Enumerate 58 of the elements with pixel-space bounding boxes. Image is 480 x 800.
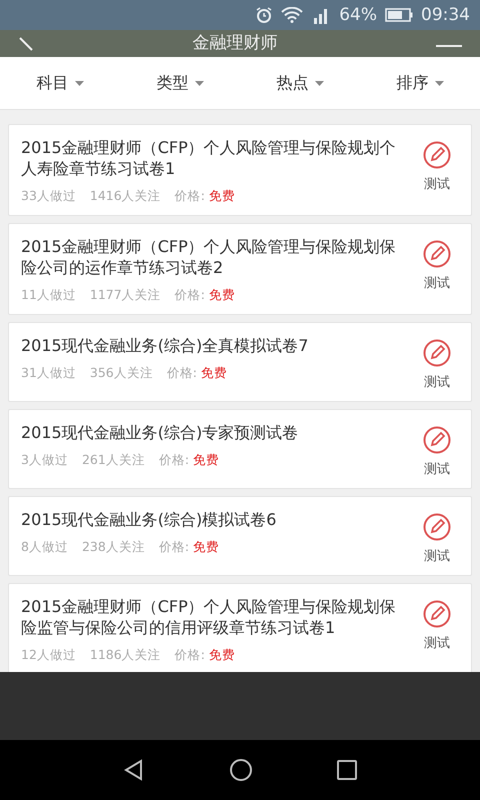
price-label: 价格: 免费 bbox=[174, 188, 235, 205]
test-button[interactable]: 测试 bbox=[413, 236, 461, 304]
pencil-icon bbox=[423, 600, 451, 628]
paper-card[interactable]: 2015金融理财师（CFP）个人风险管理与保险规划保险监管与保险公司的信用评级章节练习试卷1 12人做过 1186人关注 价格: 免费 测试 bbox=[8, 583, 472, 672]
follower-count: 261人关注 bbox=[82, 452, 145, 469]
done-count: 3人做过 bbox=[21, 452, 68, 469]
home-icon[interactable] bbox=[228, 758, 253, 782]
done-count: 31人做过 bbox=[21, 365, 76, 382]
done-count: 11人做过 bbox=[21, 287, 76, 304]
paper-title: 2015金融理财师（CFP）个人风险管理与保险规划保险监管与保险公司的信用评级章节练习试卷1 bbox=[21, 596, 397, 638]
done-count: 8人做过 bbox=[21, 539, 68, 556]
price-label: 价格: 免费 bbox=[158, 452, 220, 469]
filter-dropdown[interactable]: 科目 bbox=[0, 57, 120, 109]
paper-title: 2015现代金融业务(综合)模拟试卷6 bbox=[21, 509, 278, 530]
alarm-icon bbox=[255, 6, 274, 24]
battery-icon bbox=[385, 8, 413, 22]
page-title: 金融理财师 bbox=[192, 35, 278, 52]
paper-title: 2015金融理财师（CFP）个人风险管理与保险规划保险公司的运作章节练习试卷2 bbox=[21, 236, 397, 278]
paper-card[interactable]: 2015金融理财师（CFP）个人风险管理与保险规划个人寿险章节练习试卷1 33人做过 1416人关注 价格: 免费 测试 bbox=[8, 124, 472, 216]
caret-icon bbox=[434, 80, 444, 86]
paper-card[interactable]: 2015现代金融业务(综合)模拟试卷6 8人做过 238人关注 价格: 免费 测试 bbox=[8, 496, 472, 576]
filter-dropdown[interactable]: 类型 bbox=[120, 57, 240, 109]
pencil-icon bbox=[423, 339, 451, 367]
test-button[interactable]: 测试 bbox=[413, 422, 461, 478]
done-count: 12人做过 bbox=[21, 647, 76, 664]
follower-count: 1186人关注 bbox=[90, 647, 161, 664]
follower-count: 356人关注 bbox=[90, 365, 153, 382]
price-label: 价格: 免费 bbox=[174, 647, 235, 664]
battery-percent: 64% bbox=[339, 5, 377, 25]
test-button[interactable]: 测试 bbox=[413, 137, 461, 205]
price-label: 价格: 免费 bbox=[174, 287, 235, 304]
caret-icon bbox=[314, 80, 324, 86]
caret-icon bbox=[74, 80, 84, 86]
price-label: 价格: 免费 bbox=[158, 539, 220, 556]
follower-count: 238人关注 bbox=[82, 539, 145, 556]
paper-title: 2015现代金融业务(综合)全真模拟试卷7 bbox=[21, 335, 310, 356]
done-count: 33人做过 bbox=[21, 188, 76, 205]
pencil-icon bbox=[423, 240, 451, 268]
price-label: 价格: 免费 bbox=[166, 365, 227, 382]
wifi-icon bbox=[281, 7, 304, 23]
paper-card[interactable]: 2015金融理财师（CFP）个人风险管理与保险规划保险公司的运作章节练习试卷2 11人做过 1177人关注 价格: 免费 测试 bbox=[8, 223, 472, 315]
test-button[interactable]: 测试 bbox=[413, 509, 461, 565]
filter-dropdown[interactable]: 热点 bbox=[240, 57, 360, 109]
pencil-icon bbox=[423, 141, 451, 169]
pencil-icon bbox=[423, 513, 451, 541]
caret-icon bbox=[194, 80, 204, 86]
paper-title: 2015现代金融业务(综合)专家预测试卷 bbox=[21, 422, 300, 443]
paper-card[interactable]: 2015现代金融业务(综合)专家预测试卷 3人做过 261人关注 价格: 免费 测试 bbox=[8, 409, 472, 489]
test-button[interactable]: 测试 bbox=[413, 596, 461, 664]
follower-count: 1416人关注 bbox=[90, 188, 161, 205]
filter-dropdown[interactable]: 排序 bbox=[360, 57, 480, 109]
recents-icon[interactable] bbox=[336, 759, 358, 781]
pencil-icon bbox=[423, 426, 451, 454]
clock: 09:34 bbox=[421, 5, 470, 25]
follower-count: 1177人关注 bbox=[90, 287, 161, 304]
paper-title: 2015金融理财师（CFP）个人风险管理与保险规划个人寿险章节练习试卷1 bbox=[21, 137, 397, 179]
paper-card[interactable]: 2015现代金融业务(综合)全真模拟试卷7 31人做过 356人关注 价格: 免费 测试 bbox=[8, 322, 472, 402]
test-button[interactable]: 测试 bbox=[413, 335, 461, 391]
